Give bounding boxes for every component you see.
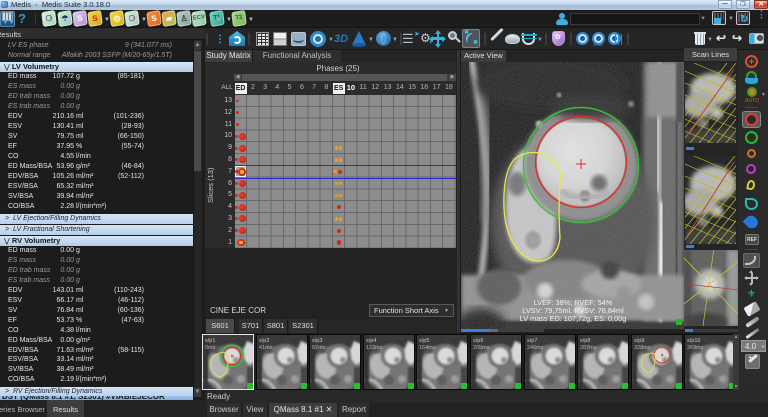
svg-text:0ms: 0ms	[205, 345, 216, 351]
svg-text:s/p4: s/p4	[366, 338, 376, 344]
svg-text:369ms: 369ms	[687, 345, 704, 351]
svg-text:246ms: 246ms	[527, 345, 544, 351]
svg-text:123ms: 123ms	[366, 345, 383, 351]
svg-text:41ms: 41ms	[259, 345, 273, 351]
svg-text:s/p9: s/p9	[634, 338, 644, 344]
svg-text:LV mass ED: 107,72g, ES: 0,00g: LV mass ED: 107,72g, ES: 0,00g	[520, 314, 627, 323]
svg-text:s/p5: s/p5	[419, 338, 429, 344]
svg-text:s/p3: s/p3	[312, 338, 322, 344]
svg-text:s/p8: s/p8	[580, 338, 590, 344]
svg-text:s/p1: s/p1	[205, 338, 215, 344]
svg-text:s/p6: s/p6	[473, 338, 483, 344]
svg-text:164ms: 164ms	[419, 345, 436, 351]
svg-text:s/p10: s/p10	[687, 338, 700, 344]
svg-text:s/p2: s/p2	[259, 338, 269, 344]
svg-text:82ms: 82ms	[312, 345, 326, 351]
svg-text:287ms: 287ms	[580, 345, 597, 351]
svg-text:s/p7: s/p7	[527, 338, 537, 344]
svg-text:328ms: 328ms	[634, 345, 651, 351]
svg-text:205ms: 205ms	[473, 345, 490, 351]
